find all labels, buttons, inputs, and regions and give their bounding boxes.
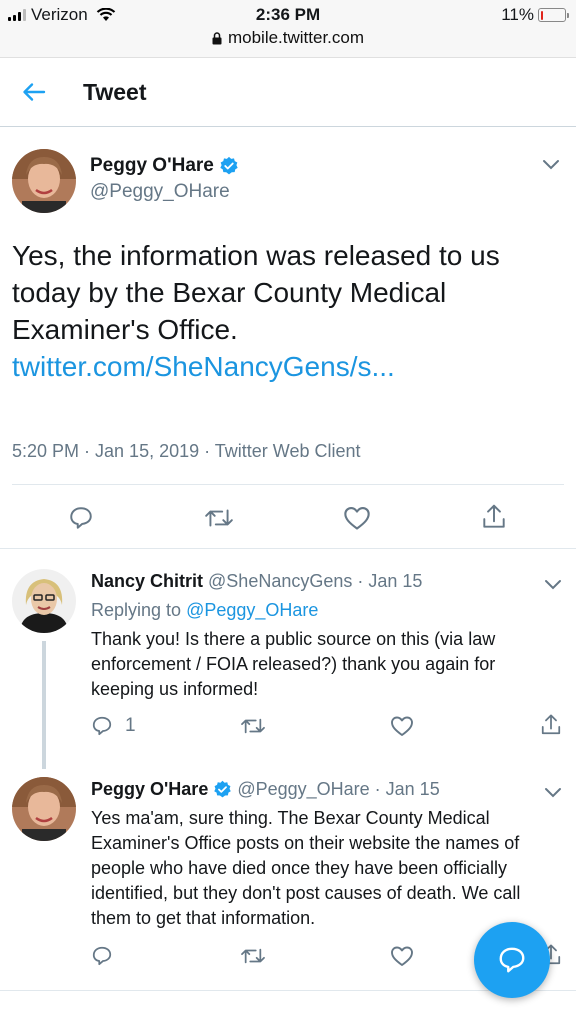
reply-header: Peggy O'Hare @Peggy_OHare · Jan 15 xyxy=(91,779,440,800)
verified-badge-icon xyxy=(214,780,232,798)
tweet-link[interactable]: twitter.com/SheNancyGens/s... xyxy=(12,351,395,382)
author-name[interactable]: Peggy O'Hare xyxy=(91,779,208,800)
retweet-icon xyxy=(241,948,265,964)
like-button[interactable] xyxy=(390,945,414,967)
lock-icon xyxy=(212,31,222,44)
like-button[interactable] xyxy=(343,505,371,531)
divider xyxy=(12,484,564,485)
retweet-button[interactable] xyxy=(240,715,266,737)
main-tweet: Peggy O'Hare @Peggy_OHare Yes, the infor… xyxy=(0,127,576,549)
reply-count: 1 xyxy=(125,715,136,736)
retweet-icon xyxy=(205,509,233,527)
reply-header: Nancy Chitrit @SheNancyGens · Jan 15 xyxy=(91,571,422,592)
status-right: 11% xyxy=(501,5,569,25)
chevron-down-icon[interactable] xyxy=(544,787,562,799)
battery-fill xyxy=(540,10,544,20)
share-icon xyxy=(483,504,505,528)
page-header: Tweet xyxy=(0,58,576,127)
share-button[interactable] xyxy=(540,713,562,737)
address-bar[interactable]: mobile.twitter.com xyxy=(0,28,576,48)
thread-line xyxy=(42,641,46,769)
retweet-icon xyxy=(241,718,265,734)
verified-badge-icon xyxy=(220,156,238,175)
like-button[interactable] xyxy=(390,715,414,737)
author-handle[interactable]: @Peggy_OHare · Jan 15 xyxy=(237,779,439,800)
chevron-down-icon[interactable] xyxy=(544,579,562,591)
reply-icon xyxy=(92,716,112,736)
status-bar: Verizon 2:36 PM mobile.twitter.com 11% xyxy=(0,0,576,58)
avatar[interactable] xyxy=(12,149,76,213)
replying-to-handle[interactable]: @Peggy_OHare xyxy=(186,600,318,620)
reply-tweet[interactable]: Nancy Chitrit @SheNancyGens · Jan 15 Rep… xyxy=(0,549,576,769)
avatar[interactable] xyxy=(12,569,76,633)
heart-icon xyxy=(391,716,413,736)
heart-icon xyxy=(344,507,370,530)
author-handle[interactable]: @Peggy_OHare xyxy=(90,181,542,203)
status-time: 2:36 PM xyxy=(255,5,321,24)
tweet-text: Yes, the information was released to us … xyxy=(0,213,576,385)
reply-button[interactable]: 1 xyxy=(91,715,136,737)
tweet-timestamp[interactable]: 5:20 PM · Jan 15, 2019 · Twitter Web Cli… xyxy=(12,441,361,462)
author-handle[interactable]: @SheNancyGens · Jan 15 xyxy=(208,571,422,592)
retweet-button[interactable] xyxy=(204,505,234,531)
compose-icon xyxy=(499,947,525,973)
share-button[interactable] xyxy=(481,503,507,531)
tweet-text: Thank you! Is there a public source on t… xyxy=(91,629,496,699)
retweet-button[interactable] xyxy=(240,945,266,967)
reply-icon xyxy=(92,946,112,966)
tweet-body: Yes, the information was released to us … xyxy=(12,240,500,345)
tweet-text: Yes ma'am, sure thing. The Bexar County … xyxy=(91,808,521,928)
compose-button[interactable] xyxy=(474,922,550,998)
reply-button[interactable] xyxy=(68,505,94,531)
battery-percent: 11% xyxy=(501,5,534,24)
author-name[interactable]: Nancy Chitrit xyxy=(91,571,203,592)
reply-icon xyxy=(70,507,92,529)
arrow-left-icon xyxy=(23,83,46,101)
heart-icon xyxy=(391,946,413,966)
reply-button[interactable] xyxy=(91,945,113,967)
chevron-down-icon[interactable] xyxy=(542,159,560,171)
share-icon xyxy=(541,714,561,735)
replying-to: Replying to @Peggy_OHare xyxy=(91,600,318,621)
replying-label: Replying to xyxy=(91,600,182,620)
avatar[interactable] xyxy=(12,777,76,841)
back-button[interactable] xyxy=(12,70,56,114)
author-name-row[interactable]: Peggy O'Hare xyxy=(90,155,542,177)
tweet-actions xyxy=(0,501,576,535)
author-name: Peggy O'Hare xyxy=(90,155,214,176)
url-text: mobile.twitter.com xyxy=(227,28,365,47)
battery-icon xyxy=(538,8,569,22)
page-title: Tweet xyxy=(83,78,147,105)
